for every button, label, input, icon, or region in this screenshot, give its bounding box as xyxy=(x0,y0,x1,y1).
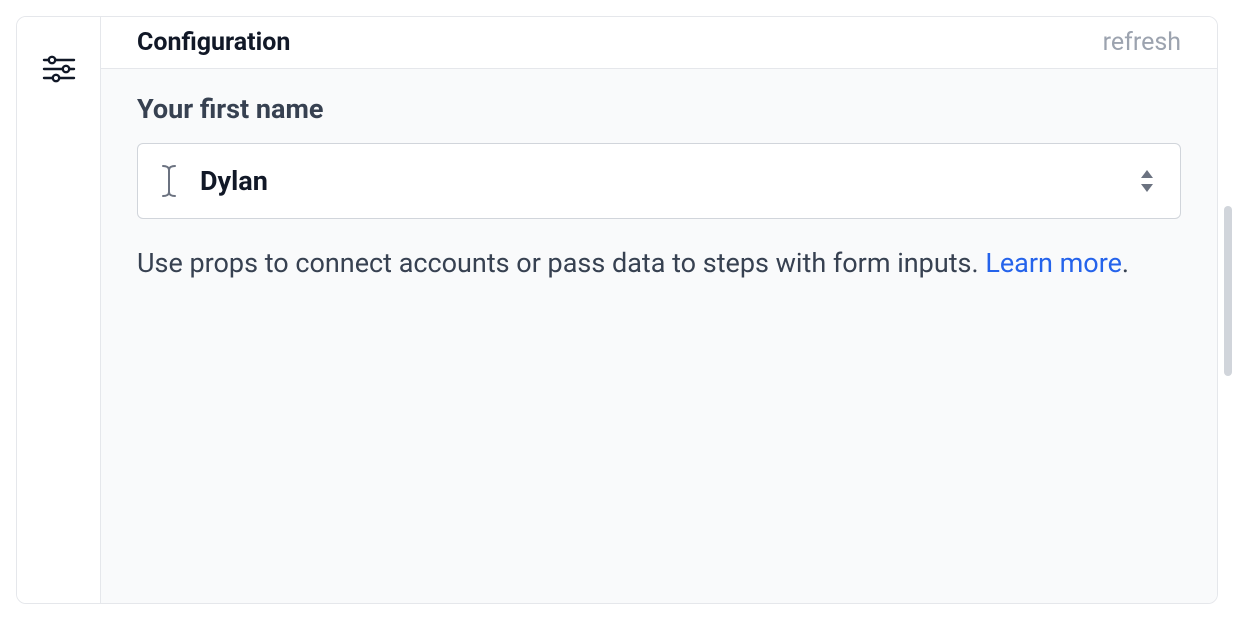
config-panel: Configuration refresh Your first name Dy… xyxy=(16,16,1218,604)
left-rail xyxy=(17,17,101,603)
first-name-input[interactable]: Dylan xyxy=(137,143,1181,219)
content-area: Your first name Dylan Use props to conne… xyxy=(101,69,1217,603)
sliders-icon xyxy=(42,55,76,83)
help-text-suffix: . xyxy=(1122,247,1129,279)
learn-more-link[interactable]: Learn more xyxy=(985,247,1122,279)
sort-caret-icon[interactable] xyxy=(1138,168,1156,194)
scrollbar-thumb[interactable] xyxy=(1224,206,1232,376)
sliders-button[interactable] xyxy=(35,45,83,93)
text-cursor-icon xyxy=(160,164,178,198)
main-column: Configuration refresh Your first name Dy… xyxy=(101,17,1217,603)
refresh-button[interactable]: refresh xyxy=(1103,28,1181,57)
header-title: Configuration xyxy=(137,28,290,57)
header-bar: Configuration refresh xyxy=(101,17,1217,69)
field-label: Your first name xyxy=(137,93,1181,125)
first-name-value: Dylan xyxy=(200,165,1116,197)
help-text-body: Use props to connect accounts or pass da… xyxy=(137,247,985,279)
help-text: Use props to connect accounts or pass da… xyxy=(137,243,1181,285)
